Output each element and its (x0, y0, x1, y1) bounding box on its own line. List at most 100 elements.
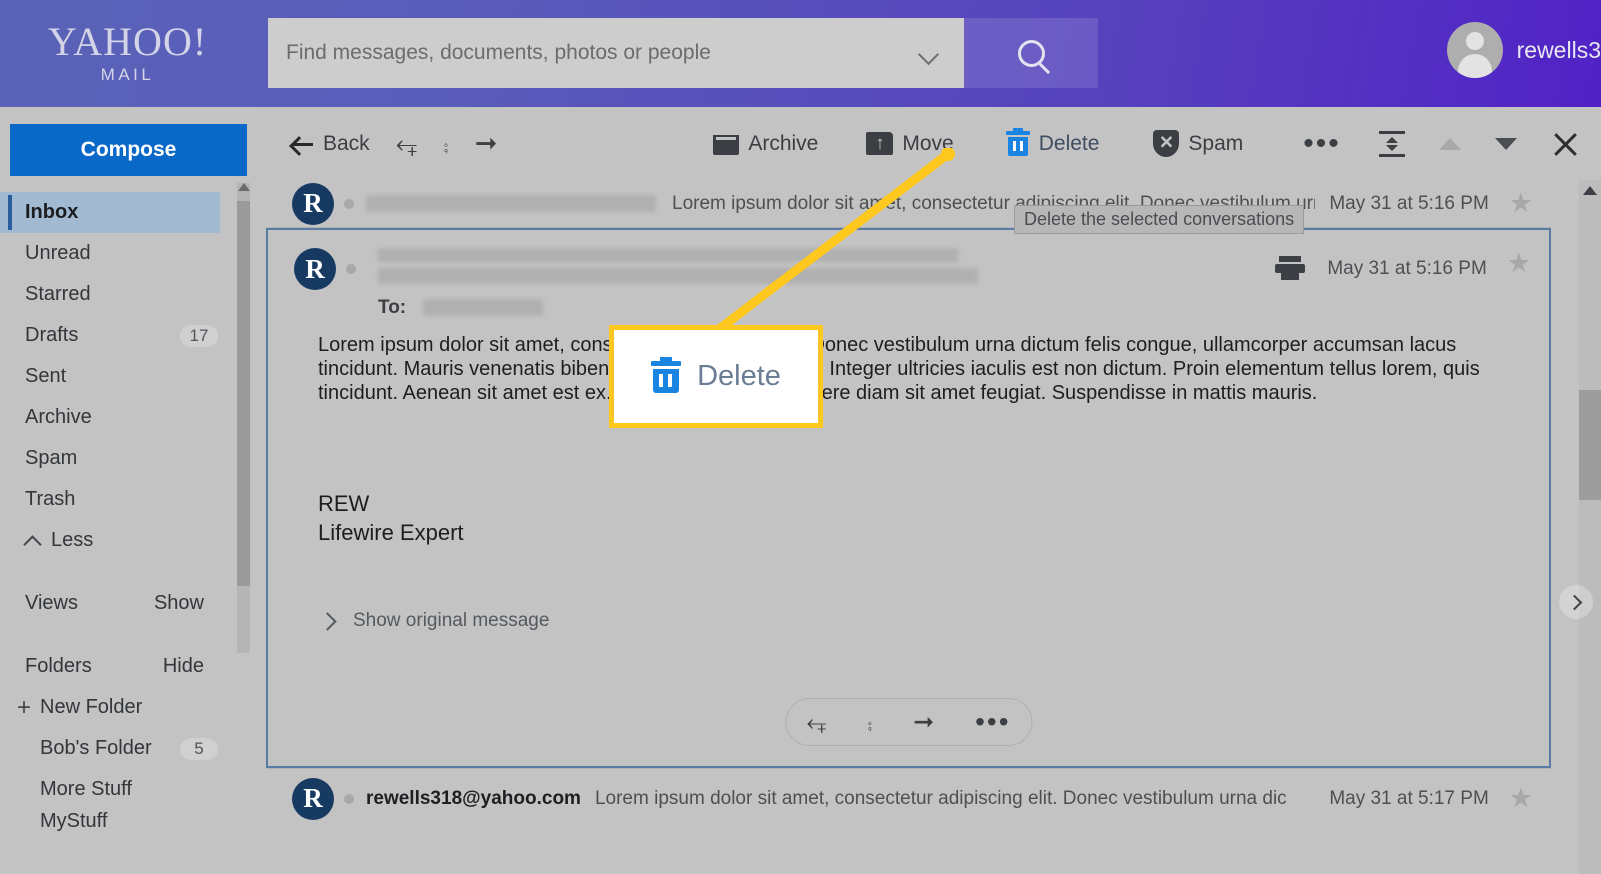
unread-dot-icon[interactable] (346, 264, 356, 274)
forward-button[interactable]: ➞ (475, 130, 498, 157)
sidebar-item-inbox[interactable]: Inbox (0, 192, 220, 233)
unread-dot-icon[interactable] (344, 793, 354, 804)
delete-button[interactable]: Delete (1005, 128, 1099, 156)
message-sender: rewells318@yahoo.com (366, 787, 581, 809)
chevron-down-icon[interactable] (918, 42, 940, 64)
toolbar-right-controls (1379, 130, 1579, 158)
sidebar-item-label: Archive (25, 406, 92, 428)
avatar: R (294, 248, 336, 290)
star-icon[interactable]: ★ (1507, 250, 1531, 277)
collapse-icon[interactable] (1379, 130, 1405, 157)
views-section-header: Views Show (0, 583, 266, 624)
spam-button[interactable]: Spam (1153, 130, 1243, 157)
search-area: Find messages, documents, photos or peop… (268, 18, 1098, 88)
open-message: R To: May 31 at 5:16 PM ★ Lorem ipsum do… (266, 228, 1551, 768)
show-original-message-link[interactable]: Show original message (268, 610, 1549, 632)
folders-section-header: Folders Hide (0, 646, 266, 687)
user-account-area[interactable]: rewells3 (1446, 22, 1601, 78)
redacted-sender (378, 267, 978, 284)
folders-label: Folders (25, 655, 92, 677)
expand-panel-handle[interactable] (1559, 585, 1593, 619)
message-scrollbar[interactable] (1579, 180, 1601, 874)
redacted-subject (378, 248, 958, 262)
back-button[interactable]: Back (292, 132, 370, 156)
person-avatar-icon (1446, 22, 1503, 78)
close-icon[interactable] (1551, 130, 1579, 158)
sidebar-item-more-stuff[interactable]: More Stuff (0, 769, 266, 810)
scroll-up-arrow-icon[interactable] (238, 183, 250, 191)
to-label: To: (378, 297, 407, 318)
triangle-down-icon[interactable] (1495, 137, 1517, 150)
search-placeholder: Find messages, documents, photos or peop… (286, 41, 711, 64)
sidebar-item-spam[interactable]: Spam (0, 438, 266, 479)
table-row[interactable]: R rewells318@yahoo.com Lorem ipsum dolor… (266, 768, 1551, 828)
sidebar-item-label: More Stuff (40, 778, 132, 800)
sidebar-item-starred[interactable]: Starred (0, 274, 266, 315)
message-date: May 31 at 5:17 PM (1329, 787, 1489, 809)
sidebar-item-label: Drafts (25, 324, 79, 346)
reply-button[interactable]: ⥆ (396, 130, 418, 157)
compose-button[interactable]: Compose (10, 124, 247, 176)
yahoo-mail-app: YAHOO! MAIL Find messages, documents, ph… (0, 0, 1601, 874)
avatar: R (292, 182, 334, 225)
more-dots-icon[interactable]: ••• (975, 708, 1010, 736)
scrollbar-thumb[interactable] (237, 201, 250, 586)
sidebar-item-label: Starred (25, 283, 91, 305)
reply-icon: ⥆ (395, 128, 418, 158)
more-dots-icon: ••• (1303, 126, 1341, 160)
views-label: Views (25, 592, 78, 614)
forward-icon[interactable]: ➞ (913, 709, 934, 735)
reply-all-icon[interactable]: ⨾ (867, 709, 872, 735)
folders-hide-toggle[interactable]: Hide (163, 655, 204, 678)
search-input[interactable]: Find messages, documents, photos or peop… (268, 18, 964, 88)
scrollbar-thumb[interactable] (1579, 390, 1601, 500)
print-icon[interactable] (1275, 256, 1306, 280)
new-folder-button[interactable]: + New Folder (0, 687, 266, 728)
star-icon[interactable]: ★ (1509, 190, 1533, 217)
sidebar-item-count: 5 (180, 737, 218, 760)
plus-icon: + (17, 693, 32, 721)
chevron-up-icon (25, 533, 41, 549)
chevron-right-icon (321, 614, 335, 628)
sidebar-item-unread[interactable]: Unread (0, 233, 266, 274)
sidebar-item-bobs-folder[interactable]: Bob's Folder 5 (0, 728, 266, 769)
sidebar-item-drafts[interactable]: Drafts 17 (0, 315, 266, 356)
signature-title: Lifewire Expert (318, 520, 464, 546)
yahoo-mail-logo[interactable]: YAHOO! MAIL (0, 0, 255, 107)
reply-all-icon: ⨾ (443, 128, 449, 158)
sidebar: Compose Inbox Unread Starred Drafts 17 S… (0, 107, 266, 874)
message-toolbar: Back ⥆ ⨾ ➞ Archive Move (266, 107, 1601, 180)
sidebar-scrollbar[interactable] (237, 183, 250, 653)
show-original-label: Show original message (353, 609, 550, 631)
spam-label: Spam (1188, 131, 1244, 155)
sidebar-item-label: Spam (25, 447, 78, 469)
views-show-toggle[interactable]: Show (154, 592, 204, 615)
avatar: R (292, 777, 334, 820)
message-date: May 31 at 5:16 PM (1327, 258, 1487, 279)
more-options-button[interactable]: ••• (1303, 126, 1341, 160)
chevron-right-icon (1566, 594, 1582, 610)
message-action-bar: ⥆ ⨾ ➞ ••• (785, 698, 1032, 746)
folder-nav-list: Inbox Unread Starred Drafts 17 Sent Arch… (0, 192, 266, 561)
move-button[interactable]: Move (866, 132, 954, 156)
sidebar-item-archive[interactable]: Archive (0, 397, 266, 438)
message-signature: REW Lifewire Expert (268, 489, 1549, 548)
table-row[interactable]: R Lorem ipsum dolor sit amet, consectetu… (266, 180, 1551, 228)
sidebar-item-mystuff[interactable]: MyStuff (0, 810, 266, 832)
reply-all-button[interactable]: ⨾ (443, 130, 448, 157)
scroll-up-arrow-icon[interactable] (1583, 186, 1597, 195)
unread-dot-icon[interactable] (344, 198, 354, 209)
redacted-sender (366, 195, 656, 212)
reply-icon[interactable]: ⥆ (806, 709, 826, 735)
open-message-header: R To: May 31 at 5:16 PM ★ (268, 230, 1549, 319)
message-list: R Lorem ipsum dolor sit amet, consectetu… (266, 180, 1551, 828)
sidebar-less-toggle[interactable]: Less (0, 520, 266, 561)
logo-mail-text: MAIL (100, 65, 155, 84)
search-button[interactable] (964, 18, 1098, 88)
sidebar-item-trash[interactable]: Trash (0, 479, 266, 520)
triangle-up-icon[interactable] (1439, 137, 1461, 150)
star-icon[interactable]: ★ (1509, 785, 1533, 812)
sidebar-item-label: Inbox (25, 201, 79, 223)
archive-button[interactable]: Archive (713, 132, 818, 156)
sidebar-item-sent[interactable]: Sent (0, 356, 266, 397)
